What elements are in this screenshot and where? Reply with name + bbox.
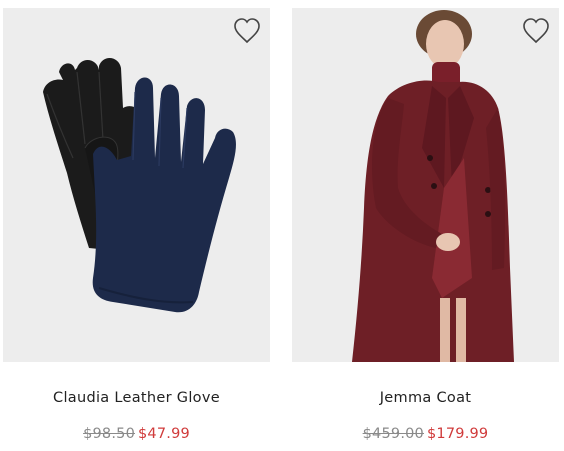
coat-button [431,183,437,189]
product-card-jemma-coat[interactable]: Jemma Coat $459.00 $179.99 [292,0,559,451]
model-leg [440,298,450,362]
model-leg [456,298,466,362]
gloves-illustration [43,57,236,313]
model-face [426,20,464,68]
product-price: $98.50 $47.99 [3,426,270,442]
heart-outline-icon[interactable] [232,16,262,46]
sale-price: $179.99 [427,426,489,442]
original-price: $98.50 [83,426,135,442]
original-price: $459.00 [362,426,424,442]
product-image-gloves[interactable] [3,8,270,362]
coat-button [485,187,491,193]
coat-button [485,211,491,217]
product-name[interactable]: Jemma Coat [292,390,559,406]
product-image-coat[interactable] [292,8,559,362]
product-card-claudia-leather-glove[interactable]: Claudia Leather Glove $98.50 $47.99 [3,0,270,451]
product-grid: Claudia Leather Glove $98.50 $47.99 Jemm… [0,0,564,451]
product-price: $459.00 $179.99 [292,426,559,442]
coat-model-illustration [352,10,514,362]
sale-price: $47.99 [138,426,190,442]
product-name[interactable]: Claudia Leather Glove [3,390,270,406]
heart-outline-icon[interactable] [521,16,551,46]
model-hand [436,233,460,251]
coat-button [427,155,433,161]
